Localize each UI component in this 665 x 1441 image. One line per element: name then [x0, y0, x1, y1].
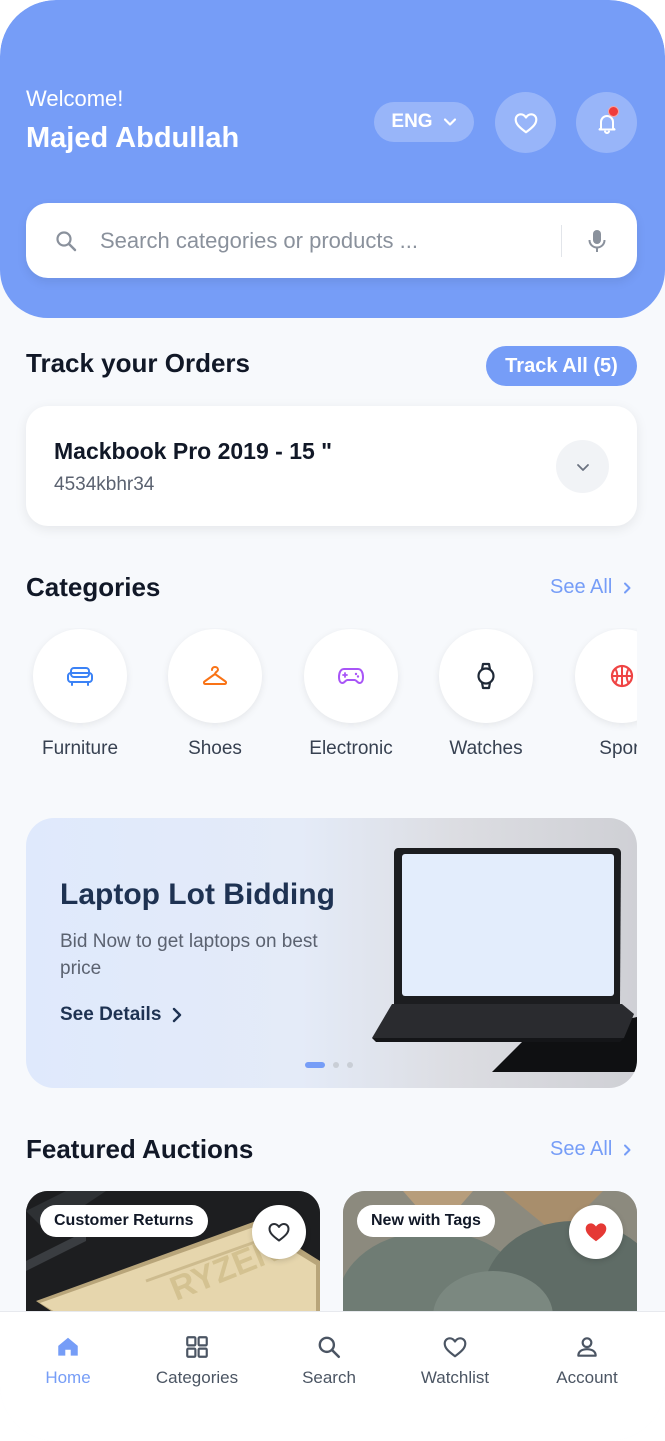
- chevron-down-icon: [443, 118, 456, 126]
- order-product-name: Mackbook Pro 2019 - 15 ": [54, 438, 333, 464]
- carousel-indicator: [305, 1062, 353, 1068]
- app-screen: Welcome! Majed Abdullah ENG Track your O…: [0, 0, 665, 1441]
- auctions-title: Featured Auctions: [26, 1134, 254, 1164]
- basketball-icon: [610, 664, 634, 688]
- chevron-right-icon: [173, 1007, 182, 1023]
- watchlist-toggle[interactable]: [569, 1205, 623, 1259]
- category-icon-circle: [33, 629, 127, 723]
- category-label: Shoes: [188, 738, 242, 759]
- category-icon-circle: [439, 629, 533, 723]
- nav-home[interactable]: Home: [8, 1334, 128, 1388]
- search-input[interactable]: [100, 221, 550, 261]
- chevron-right-icon: [624, 1144, 631, 1155]
- watch-icon: [477, 662, 495, 690]
- see-details-link[interactable]: See Details: [60, 1004, 183, 1026]
- carousel-dot[interactable]: [333, 1062, 339, 1068]
- carousel-dot[interactable]: [305, 1062, 325, 1068]
- search-divider: [561, 225, 562, 257]
- welcome-text: Welcome!: [26, 86, 124, 111]
- see-all-label: See All: [550, 576, 613, 598]
- heart-outline-icon: [268, 1223, 290, 1242]
- sofa-icon: [67, 667, 93, 686]
- chevron-down-icon: [576, 463, 589, 471]
- favorites-button[interactable]: [495, 92, 556, 153]
- search-icon: [56, 231, 77, 252]
- user-icon: [577, 1337, 597, 1357]
- promo-banner[interactable]: Laptop Lot Bidding Bid Now to get laptop…: [26, 818, 637, 1088]
- language-label: ENG: [391, 111, 433, 132]
- banner-title: Laptop Lot Bidding: [60, 878, 335, 911]
- auction-card[interactable]: RYZEN Customer Returns: [26, 1191, 320, 1321]
- search-icon: [318, 1336, 341, 1359]
- gamepad-icon: [338, 668, 364, 684]
- order-id: 4534kbhr34: [54, 474, 155, 495]
- chevron-right-icon: [624, 582, 631, 593]
- header: Welcome! Majed Abdullah ENG: [0, 0, 665, 318]
- heart-filled-icon: [585, 1223, 607, 1242]
- category-label: Electronic: [309, 738, 393, 759]
- laptop-image: [372, 848, 637, 1072]
- nav-label: Search: [302, 1368, 356, 1387]
- nav-categories[interactable]: Categories: [137, 1334, 257, 1388]
- nav-account[interactable]: Account: [527, 1334, 647, 1388]
- heart-icon: [514, 112, 537, 133]
- see-details-label: See Details: [60, 1004, 162, 1025]
- nav-label: Watchlist: [420, 1368, 490, 1387]
- auction-tag: Customer Returns: [40, 1205, 208, 1237]
- bottom-navigation: Home Categories Search Watchlist Account: [0, 1311, 665, 1441]
- category-label: Sport: [599, 738, 637, 759]
- see-all-label: See All: [550, 1138, 613, 1160]
- track-all-button[interactable]: Track All (5): [486, 346, 637, 386]
- notifications-button[interactable]: [576, 92, 637, 153]
- nav-watchlist[interactable]: Watchlist: [395, 1334, 515, 1388]
- search-bar: [26, 203, 637, 278]
- category-icon-circle: [168, 629, 262, 723]
- hanger-icon: [202, 666, 228, 685]
- auction-card[interactable]: New with Tags: [343, 1191, 637, 1321]
- auction-tag: New with Tags: [357, 1205, 495, 1237]
- nav-label: Categories: [155, 1368, 239, 1387]
- category-label: Watches: [449, 738, 523, 759]
- microphone-icon[interactable]: [586, 228, 608, 254]
- categories-see-all[interactable]: See All: [550, 576, 632, 599]
- nav-label: Account: [556, 1368, 618, 1387]
- notification-badge: [608, 106, 619, 117]
- category-label: Furniture: [41, 738, 119, 759]
- category-icon-circle: [575, 629, 637, 723]
- categories-list: Furniture Shoes Electronic Watches Sport: [26, 628, 637, 768]
- order-expand-button[interactable]: [556, 440, 609, 493]
- watchlist-toggle[interactable]: [252, 1205, 306, 1259]
- auctions-see-all[interactable]: See All: [550, 1138, 632, 1161]
- categories-title: Categories: [26, 572, 161, 602]
- nav-search[interactable]: Search: [269, 1334, 389, 1388]
- category-icon-circle: [304, 629, 398, 723]
- order-card[interactable]: Mackbook Pro 2019 - 15 " 4534kbhr34: [26, 406, 637, 526]
- grid-icon: [186, 1336, 208, 1358]
- heart-icon: [443, 1337, 467, 1358]
- user-name: Majed Abdullah: [26, 122, 240, 154]
- home-icon: [58, 1337, 78, 1356]
- carousel-dot[interactable]: [347, 1062, 353, 1068]
- nav-label: Home: [45, 1368, 91, 1387]
- orders-title: Track your Orders: [26, 348, 250, 378]
- language-selector[interactable]: ENG: [374, 102, 474, 142]
- banner-subtitle: Bid Now to get laptops on best price: [60, 931, 318, 979]
